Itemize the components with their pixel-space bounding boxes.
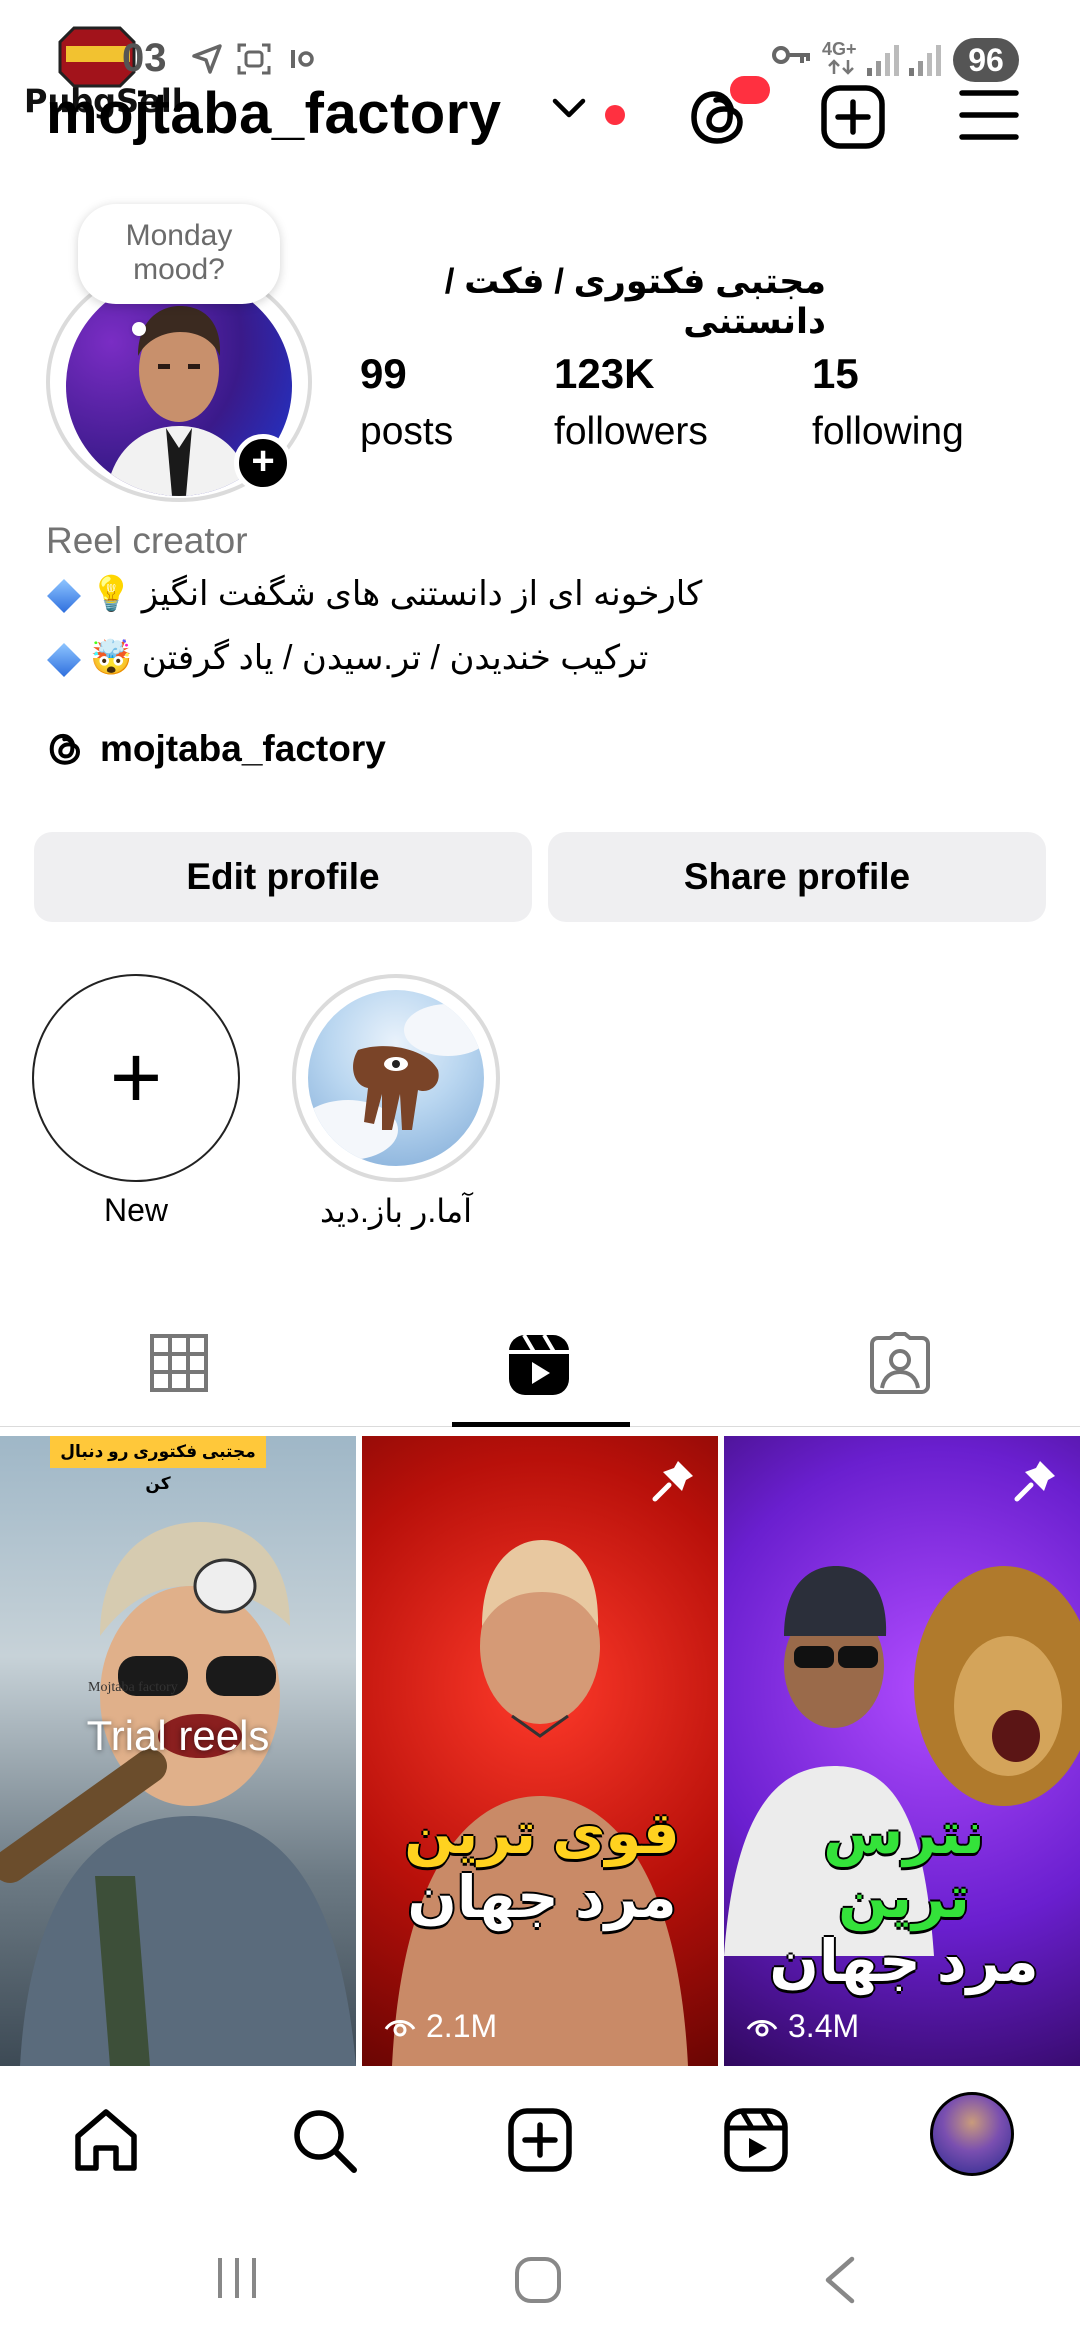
tagged-icon: [870, 1332, 930, 1394]
reels-icon: [509, 1333, 569, 1395]
create-icon[interactable]: [506, 2106, 574, 2174]
data-arrows-icon: [828, 59, 854, 75]
highlight-label-new: New: [103, 1192, 168, 1228]
reel-tile[interactable]: قوی ترین مرد جهان 2.1M: [362, 1436, 718, 2066]
tile-watermark: Mojtaba factory: [88, 1680, 178, 1695]
profile-category: Reel creator: [46, 520, 248, 561]
view-count-value: 2.1M: [426, 2008, 498, 2044]
search-icon[interactable]: [290, 2106, 360, 2176]
share-profile-button[interactable]: Share profile: [548, 832, 1046, 922]
stat-followers-label: followers: [554, 410, 708, 453]
display-name: مجتبی فکتوری / فکت / دانستنی: [444, 262, 826, 341]
bio-line: کارخونه ای از دانستنی های شگفت انگیز 💡: [46, 574, 702, 614]
threads-handle: mojtaba_factory: [100, 728, 386, 769]
stat-followers[interactable]: 123K followers: [554, 350, 708, 454]
blue-diamond-icon: [47, 579, 81, 613]
tab-tagged[interactable]: [720, 1320, 1080, 1430]
eye-icon: [384, 2019, 416, 2036]
pin-icon: [1014, 1461, 1055, 1502]
tile-headline-line1: قوی ترین: [404, 1801, 680, 1866]
battery-level: 96: [953, 38, 1019, 82]
chevron-down-icon[interactable]: [552, 98, 586, 120]
active-tab-indicator: [452, 1422, 630, 1427]
tile-view-count: 2.1M: [384, 2008, 497, 2045]
note-bubble[interactable]: Monday mood?: [78, 204, 280, 304]
tile-headline-line1: نترس ترین: [823, 1801, 985, 1930]
profile-avatar[interactable]: [930, 2092, 1014, 2176]
threads-icon: [49, 733, 81, 765]
eye-icon: [746, 2019, 778, 2036]
vpn-key-icon: [772, 46, 810, 64]
system-nav-bar: [0, 2208, 1080, 2340]
create-post-icon[interactable]: [818, 82, 888, 152]
trial-reels-label: Trial reels: [86, 1712, 270, 1759]
stat-following[interactable]: 15 following: [812, 350, 964, 454]
notification-count-icon: [291, 50, 314, 68]
highlight-stats-thumbnail: [308, 990, 484, 1166]
bio-line: ترکیب خندیدن / تر.سیدن / یاد گرفتن 🤯: [46, 638, 648, 678]
highlight-label-stats: آما.ر باز.دید: [320, 1193, 472, 1229]
hand-in-clouds-illustration: [308, 1004, 484, 1160]
home-icon[interactable]: [72, 2106, 140, 2174]
stat-following-value: 15: [812, 350, 859, 397]
status-time: 03: [122, 36, 167, 80]
blue-diamond-icon: [47, 643, 81, 677]
reels-icon[interactable]: [722, 2106, 790, 2174]
home-button-icon[interactable]: [514, 2256, 562, 2304]
tab-reels[interactable]: [360, 1320, 720, 1430]
bio-line-text: ترکیب خندیدن / تر.سیدن / یاد گرفتن 🤯: [90, 639, 649, 677]
signal-strength-icon-2: [909, 45, 941, 76]
network-type-label: 4G+: [822, 39, 857, 59]
menu-icon[interactable]: [956, 82, 1022, 148]
tile-headline: نترس ترین مرد جهان: [764, 1802, 1044, 1994]
stat-posts-value: 99: [360, 350, 407, 397]
strongman-illustration: [392, 1540, 688, 2066]
navigation-arrow-icon: [192, 44, 222, 74]
signal-strength-icon-1: [867, 45, 899, 76]
account-notification-dot: [605, 105, 625, 125]
tile-headline: قوی ترین مرد جهان: [402, 1802, 682, 1930]
plus-icon: +: [109, 1028, 163, 1128]
threads-notification-badge: [730, 76, 770, 104]
stat-following-label: following: [812, 410, 964, 453]
back-icon[interactable]: [822, 2256, 856, 2304]
screenshot-icon: [237, 43, 271, 75]
profile-username-title[interactable]: mojtaba_factory: [46, 80, 502, 147]
bottom-nav: [0, 2068, 1080, 2208]
pin-icon: [652, 1461, 693, 1502]
stat-posts-label: posts: [360, 410, 454, 453]
tile-headline-line2: مرد جهان: [769, 1929, 1039, 1994]
stat-followers-value: 123K: [554, 350, 655, 397]
tile-view-count: 3.4M: [746, 2008, 859, 2045]
reel-tile[interactable]: نترس ترین مرد جهان 3.4M: [724, 1436, 1080, 2066]
reel-tile[interactable]: مجتبی فکتوری رو دنبال کن Mojtaba factory…: [0, 1436, 356, 2066]
note-bubble-tail: [132, 322, 146, 336]
add-story-button[interactable]: +: [234, 434, 292, 492]
bio-line-text: کارخونه ای از دانستنی های شگفت انگیز 💡: [90, 575, 703, 613]
recent-apps-icon[interactable]: [214, 2256, 260, 2300]
edit-profile-button[interactable]: Edit profile: [34, 832, 532, 922]
view-count-value: 3.4M: [788, 2008, 860, 2044]
tab-posts-grid[interactable]: [0, 1320, 360, 1430]
stat-posts[interactable]: 99 posts: [360, 350, 453, 454]
tile-headline-line2: مرد جهان: [407, 1865, 677, 1930]
grid-icon: [150, 1334, 208, 1392]
threads-profile-link[interactable]: mojtaba_factory: [46, 728, 386, 770]
